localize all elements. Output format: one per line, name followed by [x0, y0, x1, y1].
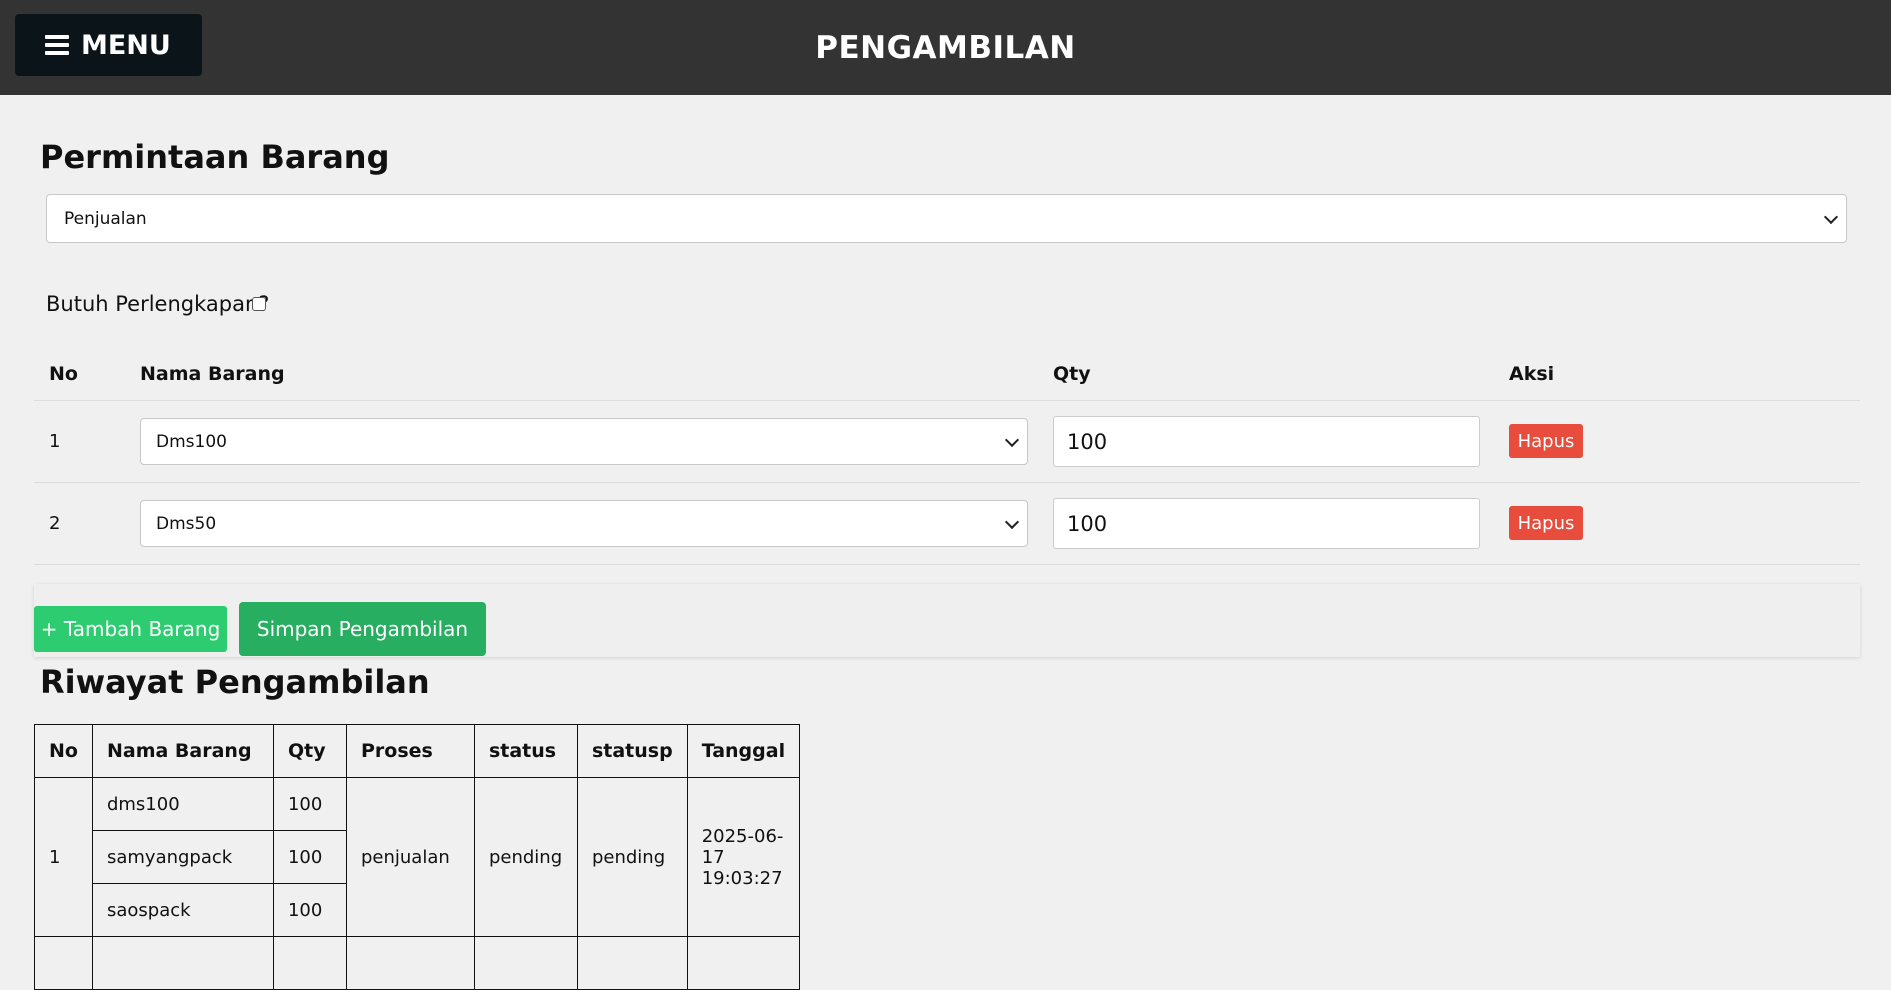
delete-button[interactable]: Hapus: [1509, 424, 1583, 458]
column-header-action: Aksi: [1509, 363, 1555, 385]
history-heading: Riwayat Pengambilan: [40, 663, 430, 701]
page-title: PENGAMBILAN: [815, 29, 1076, 66]
table-cell: [345, 936, 475, 990]
entry-process: penjualan: [345, 777, 475, 937]
column-header-qty: Qty: [1053, 363, 1091, 385]
menu-button[interactable]: MENU: [15, 14, 202, 76]
chevron-down-icon: [1823, 209, 1839, 224]
hamburger-icon: [45, 34, 69, 56]
delete-button[interactable]: Hapus: [1509, 506, 1583, 540]
table-row: 2 Dms50 100 Hapus: [34, 483, 1860, 565]
column-header-date: Tanggal: [686, 724, 801, 778]
entry-statusp: pending: [576, 777, 688, 937]
item-name: saospack: [91, 883, 274, 937]
table-cell: [91, 936, 274, 990]
add-item-button[interactable]: + Tambah Barang: [34, 606, 227, 652]
chevron-down-icon: [1004, 432, 1020, 447]
item-qty: 100: [272, 883, 347, 937]
chevron-down-icon: [1004, 514, 1020, 529]
table-row: 1 Dms100 100 Hapus: [34, 401, 1860, 483]
item-select[interactable]: Dms100: [140, 418, 1028, 465]
process-select[interactable]: Penjualan: [46, 194, 1847, 243]
table-row: [34, 936, 801, 990]
table-cell: [272, 936, 347, 990]
history-table: No Nama Barang Qty Proses status statusp…: [34, 724, 801, 990]
column-header-status: status: [473, 724, 578, 778]
column-header-statusp: statusp: [576, 724, 688, 778]
request-heading: Permintaan Barang: [40, 138, 390, 176]
history-header-row: No Nama Barang Qty Proses status statusp…: [34, 724, 801, 778]
request-table-header: No Nama Barang Qty Aksi: [34, 346, 1860, 401]
equipment-checkbox[interactable]: [252, 297, 266, 311]
table-cell: [576, 936, 688, 990]
save-button[interactable]: Simpan Pengambilan: [239, 602, 486, 656]
equipment-label: Butuh Perlengkapan?: [46, 292, 270, 316]
item-qty: 100: [272, 777, 347, 831]
item-select[interactable]: Dms50: [140, 500, 1028, 547]
column-header-qty: Qty: [272, 724, 347, 778]
qty-input-value: 100: [1067, 511, 1108, 536]
column-header-item: Nama Barang: [91, 724, 274, 778]
qty-input-value: 100: [1067, 429, 1108, 454]
process-select-value: Penjualan: [64, 208, 147, 229]
column-header-no: No: [49, 363, 78, 385]
item-select-value: Dms50: [156, 513, 217, 534]
column-header-item: Nama Barang: [140, 363, 285, 385]
top-bar: MENU PENGAMBILAN: [0, 0, 1891, 95]
entry-status: pending: [473, 777, 578, 937]
qty-input[interactable]: 100: [1053, 498, 1480, 549]
table-cell: [34, 936, 93, 990]
item-name: samyangpack: [91, 830, 274, 884]
table-cell: [473, 936, 578, 990]
row-number: 2: [49, 513, 61, 534]
table-row: 1 dms100 100 penjualan pending pending 2…: [34, 777, 801, 937]
table-cell: [686, 936, 801, 990]
row-number: 1: [49, 431, 61, 452]
item-qty: 100: [272, 830, 347, 884]
column-header-no: No: [34, 724, 93, 778]
menu-label: MENU: [81, 29, 171, 61]
entry-number: 1: [34, 777, 93, 937]
entry-date: 2025-06-17 19:03:27: [686, 777, 801, 937]
qty-input[interactable]: 100: [1053, 416, 1480, 467]
column-header-process: Proses: [345, 724, 475, 778]
item-name: dms100: [91, 777, 274, 831]
item-select-value: Dms100: [156, 431, 227, 452]
